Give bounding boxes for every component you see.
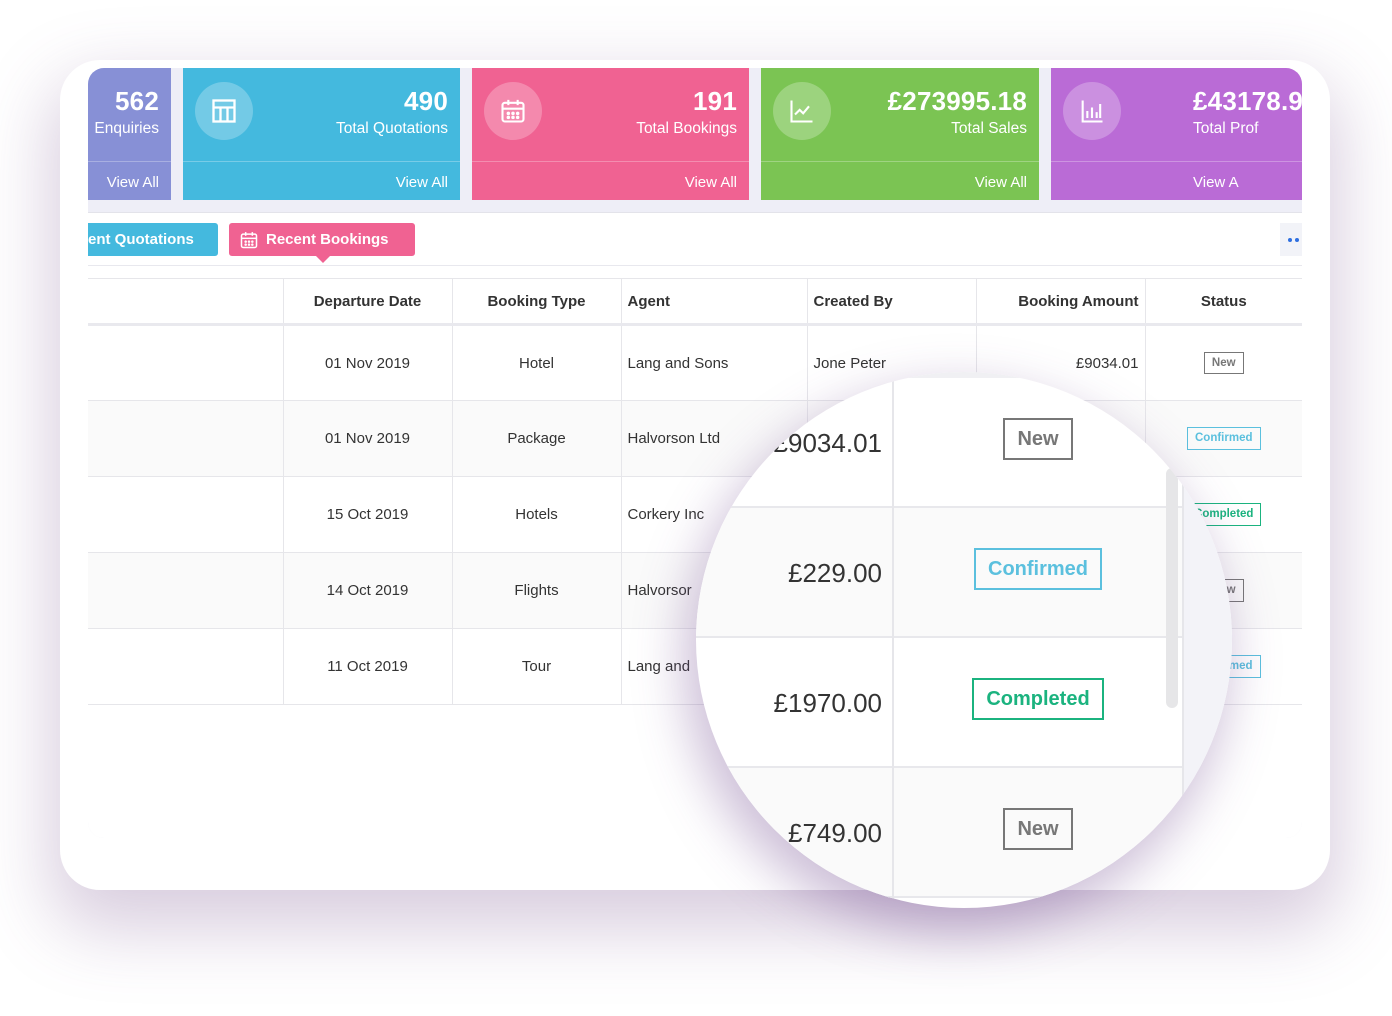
row-name-cell <box>88 628 284 705</box>
booking-type-cell: Hotels <box>452 476 622 553</box>
stat-card-sales: £273995.18 Total Sales View All <box>761 68 1039 200</box>
magnified-status-cell: New <box>894 808 1182 850</box>
magnified-row: £1970.00 Completed <box>696 638 1182 768</box>
calendar-icon <box>240 231 258 248</box>
tab-label: Recent Bookings <box>266 231 389 248</box>
view-all-link[interactable]: View All <box>396 174 448 191</box>
booking-type-cell: Hotel <box>452 324 622 401</box>
card-divider <box>183 161 460 162</box>
stat-card-enquiries: 562 Enquiries View All <box>88 68 171 200</box>
tab-recent-quotations[interactable]: ent Quotations <box>88 223 218 256</box>
calendar-icon <box>484 82 542 140</box>
column-header-status[interactable]: Status <box>1145 278 1302 326</box>
stat-value: 191 <box>693 86 737 116</box>
magnified-status-cell: Completed <box>894 678 1182 720</box>
more-options-button[interactable] <box>1280 223 1302 256</box>
magnified-amount: £1970.00 <box>773 688 882 718</box>
column-header-booking-amount[interactable]: Booking Amount <box>976 278 1146 326</box>
row-name-cell <box>88 400 284 477</box>
stat-value: 562 <box>115 86 159 116</box>
table-icon <box>195 82 253 140</box>
status-badge: New <box>1003 418 1073 460</box>
booking-type-cell: Flights <box>452 552 622 629</box>
stat-label: Enquiries <box>94 120 159 137</box>
view-all-link[interactable]: View All <box>107 174 159 191</box>
row-name-cell <box>88 552 284 629</box>
view-all-link[interactable]: View All <box>975 174 1027 191</box>
magnified-amount: £9034.01 <box>773 428 882 458</box>
table-header-row: Departure Date Booking Type Agent Create… <box>88 278 1302 326</box>
magnified-status-cell: Confirmed <box>894 548 1182 590</box>
column-header-agent[interactable]: Agent <box>621 278 808 326</box>
line-chart-icon <box>773 82 831 140</box>
column-header-departure-date[interactable]: Departure Date <box>283 278 453 326</box>
card-divider <box>88 161 171 162</box>
tabs-bar: ent Quotations Recent Bookings <box>88 213 1302 266</box>
status-badge: New <box>1203 351 1244 375</box>
active-tab-caret <box>316 256 330 263</box>
scrollbar[interactable] <box>1166 468 1178 708</box>
status-badge: Completed <box>972 678 1104 720</box>
stat-card-bookings: 191 Total Bookings View All <box>472 68 749 200</box>
column-header-booking-type[interactable]: Booking Type <box>452 278 622 326</box>
magnified-row: £229.00 Confirmed <box>696 508 1182 638</box>
booking-type-cell: Tour <box>452 628 622 705</box>
stat-value: £43178.9 <box>1193 86 1302 116</box>
column-header[interactable] <box>88 278 284 326</box>
tab-recent-bookings[interactable]: Recent Bookings <box>229 223 415 263</box>
dot-icon <box>1288 237 1292 242</box>
stat-card-profit: £43178.9 Total Prof View A <box>1051 68 1302 200</box>
card-divider <box>472 161 749 162</box>
stat-label: Total Sales <box>951 120 1027 137</box>
column-header-created-by[interactable]: Created By <box>807 278 977 326</box>
row-name-cell <box>88 476 284 553</box>
stat-value: £273995.18 <box>887 86 1027 116</box>
stat-label: Total Prof <box>1193 120 1259 137</box>
stat-label: Total Bookings <box>636 120 737 137</box>
stat-label: Total Quotations <box>335 120 448 137</box>
departure-date-cell: 11 Oct 2019 <box>283 628 453 705</box>
side-panel <box>1184 472 1232 908</box>
view-all-link[interactable]: View A <box>1193 174 1239 191</box>
magnified-status-cell: New <box>894 418 1182 460</box>
bar-chart-icon <box>1063 82 1121 140</box>
view-all-link[interactable]: View All <box>685 174 737 191</box>
column-divider <box>892 372 894 908</box>
magnifier-lens: £9034.01 New £229.00 Confirmed £1970.00 Compl… <box>696 372 1232 908</box>
status-badge: Confirmed <box>974 548 1102 590</box>
stat-card-quotations: 490 Total Quotations View All <box>183 68 460 200</box>
dot-icon <box>1295 237 1299 242</box>
departure-date-cell: 01 Nov 2019 <box>283 324 453 401</box>
departure-date-cell: 01 Nov 2019 <box>283 400 453 477</box>
row-name-cell <box>88 324 284 401</box>
stat-value: 490 <box>404 86 448 116</box>
tab-label: ent Quotations <box>88 231 194 248</box>
departure-date-cell: 15 Oct 2019 <box>283 476 453 553</box>
magnified-row: £749.00 New <box>696 768 1182 898</box>
magnified-row: £9034.01 New <box>696 378 1182 508</box>
magnified-amount: £229.00 <box>788 558 882 588</box>
booking-type-cell: Package <box>452 400 622 477</box>
departure-date-cell: 14 Oct 2019 <box>283 552 453 629</box>
card-divider <box>761 161 1039 162</box>
status-badge: New <box>1003 808 1073 850</box>
card-divider <box>1051 161 1302 162</box>
magnified-amount: £749.00 <box>788 818 882 848</box>
